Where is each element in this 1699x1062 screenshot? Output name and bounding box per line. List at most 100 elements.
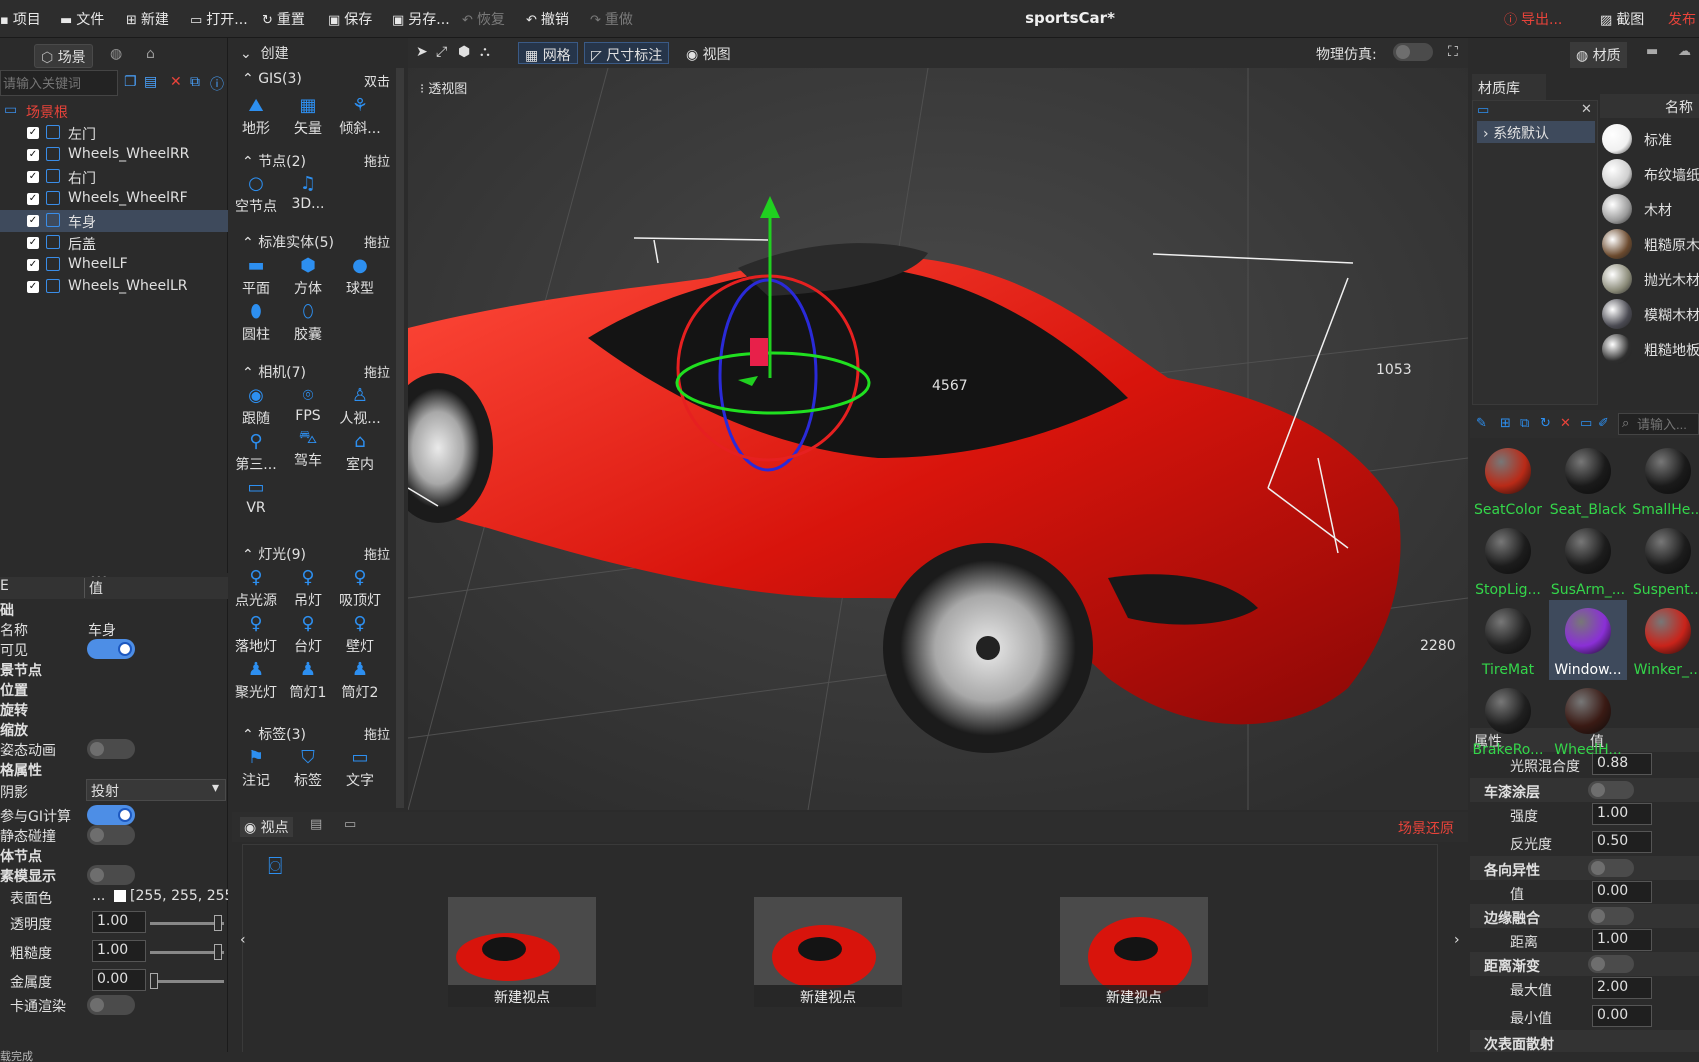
snap-tool[interactable]: ⛬ — [474, 42, 496, 64]
vector-item[interactable]: ▦ 矢量 — [282, 94, 334, 138]
sphere-item[interactable]: ● 球型 — [334, 254, 386, 298]
save-button[interactable]: ▣ 保存 — [328, 9, 372, 29]
dimension-toggle[interactable]: ◸ 尺寸标注 — [584, 42, 670, 64]
text-item[interactable]: ▭ 文字 — [334, 746, 386, 790]
material-tile[interactable]: Seat_Black — [1549, 440, 1627, 520]
library-item[interactable]: 木材 — [1602, 192, 1699, 226]
grid-toggle[interactable]: ▦ 网格 — [518, 42, 578, 64]
aniso-input[interactable]: 0.00 — [1592, 881, 1652, 903]
metal-slider[interactable] — [150, 973, 224, 989]
scene-render[interactable] — [408, 38, 1468, 810]
tab-material[interactable]: ◍ 材质 — [1570, 42, 1627, 68]
max-input[interactable]: 2.00 — [1592, 977, 1652, 999]
tree-item[interactable]: ✓ Wheels_WheelRR — [0, 144, 228, 166]
anim-toggle[interactable] — [87, 739, 135, 759]
delete-icon[interactable]: ✕ — [1560, 416, 1571, 431]
tag-item[interactable]: ⛉ 标签 — [282, 746, 334, 790]
tree-item[interactable]: ✓ WheelLF — [0, 254, 228, 276]
physics-toggle[interactable] — [1393, 43, 1433, 61]
prop-rotation[interactable]: 旋转 — [0, 699, 228, 719]
redo-button[interactable]: ↷ 重做 — [590, 9, 633, 29]
close-icon[interactable]: ✕ — [1581, 102, 1592, 117]
camera-capture-button[interactable]: ⌼ — [268, 852, 282, 880]
material-tile[interactable]: StopLig... — [1470, 520, 1547, 600]
strength-input[interactable]: 1.00 — [1592, 803, 1652, 825]
light-section[interactable]: ⌃ 灯光(9) 拖拉 — [242, 544, 390, 564]
viewpoint-thumbnail[interactable]: 新建视点 — [448, 897, 596, 1007]
cylinder-item[interactable]: ⬮ 圆柱 — [230, 300, 282, 344]
tree-item[interactable]: ✓ 后盖 — [0, 232, 228, 254]
visibility-checkbox[interactable]: ✓ — [27, 149, 39, 161]
visibility-checkbox[interactable]: ✓ — [27, 215, 39, 227]
library-item[interactable]: 标准 — [1602, 122, 1699, 156]
create-header[interactable]: ⌄ 创建 — [240, 43, 289, 63]
label-section[interactable]: ⌃ 标签(3) 拖拉 — [242, 724, 390, 744]
scene-root[interactable]: ▭ 场景根 — [0, 100, 228, 122]
box-item[interactable]: ⬢ 方体 — [282, 254, 334, 298]
oblique-item[interactable]: ⚘ 倾斜... — [334, 94, 386, 138]
follow-camera-item[interactable]: ◉ 跟随 — [230, 384, 282, 428]
file-menu[interactable]: ▬ 文件 — [60, 9, 104, 29]
3d-item[interactable]: ♫ 3D... — [282, 172, 334, 212]
next-arrow[interactable]: › — [1454, 932, 1460, 948]
save-as-button[interactable]: ▣ 另存... — [392, 9, 450, 29]
visibility-checkbox[interactable]: ✓ — [27, 171, 39, 183]
third-camera-item[interactable]: ⚲ 第三... — [230, 430, 282, 474]
tab-viewpoints[interactable]: ◉ 视点 — [240, 817, 293, 837]
terrain-item[interactable]: ⛰ 地形 — [230, 94, 282, 138]
add-icon[interactable]: ⊞ — [1500, 416, 1511, 431]
metal-input[interactable]: 0.00 — [92, 969, 146, 991]
tab-clips[interactable]: ▤ — [310, 817, 322, 832]
dist-fade-toggle[interactable] — [1588, 955, 1634, 973]
screenshot-button[interactable]: ▨ 截图 — [1600, 9, 1644, 29]
project-menu[interactable]: ▪ 项目 — [0, 9, 41, 29]
capsule-item[interactable]: ⬯ 胶囊 — [282, 300, 334, 344]
prop-position[interactable]: 位置 — [0, 679, 228, 699]
view-menu[interactable]: ◉ 视图 — [680, 42, 737, 64]
color-picker-button[interactable]: ... — [92, 888, 105, 904]
gis-section[interactable]: ⌃ GIS(3) 双击 — [242, 71, 390, 90]
move-tool[interactable]: ⤢ — [430, 42, 453, 64]
aniso-toggle[interactable] — [1588, 859, 1634, 877]
material-tile[interactable]: TireMat — [1470, 600, 1547, 680]
material-tile[interactable]: Window... — [1549, 600, 1627, 680]
edge-toggle[interactable] — [1588, 907, 1634, 925]
empty-node-item[interactable]: ○ 空节点 — [230, 172, 282, 216]
opacity-slider[interactable] — [150, 915, 224, 931]
material-tile[interactable]: SusArm_... — [1549, 520, 1627, 600]
eyedropper-icon[interactable]: ✎ — [1476, 416, 1487, 431]
node-section[interactable]: ⌃ 节点(2) 拖拉 — [242, 151, 390, 171]
downlight2-item[interactable]: ♟ 筒灯2 — [334, 658, 386, 702]
material-tile[interactable]: SeatColor — [1470, 440, 1547, 520]
publish-button[interactable]: 发布 — [1668, 9, 1696, 29]
static-toggle[interactable] — [87, 825, 135, 845]
3d-viewport[interactable]: ➤ ⤢ ⬢ ⛬ ▦ 网格 ◸ 尺寸标注 ◉ 视图 物理仿真: ⛶ ⁝ 透视图 4… — [408, 38, 1468, 810]
tree-item[interactable]: ✓ Wheels_WheelLR — [0, 276, 228, 298]
roughness-input[interactable]: 1.00 — [92, 940, 146, 962]
material-tile[interactable]: SmallHe... — [1629, 440, 1699, 520]
pendant-light-item[interactable]: ♀ 吊灯 — [282, 566, 334, 610]
library-system-default[interactable]: › 系统默认 — [1477, 121, 1595, 143]
annotation-item[interactable]: ⚑ 注记 — [230, 746, 282, 790]
tab-list[interactable]: ▭ — [344, 817, 356, 832]
sketch-toggle[interactable] — [87, 865, 135, 885]
drive-camera-item[interactable]: ⛍ 驾车 — [282, 426, 334, 470]
duplicate-icon[interactable]: ⧉ — [190, 74, 200, 90]
scene-restore-button[interactable]: 场景还原 — [1398, 818, 1454, 838]
material-tile[interactable]: Winker_... — [1629, 600, 1699, 680]
material-tile[interactable]: WheelH... — [1549, 680, 1627, 760]
library-item[interactable]: 布纹墙纸 — [1602, 157, 1699, 191]
edit-icon[interactable]: ✐ — [1598, 416, 1609, 431]
vr-camera-item[interactable]: ▭ VR — [230, 476, 282, 516]
refresh-icon[interactable]: ↻ — [1540, 416, 1551, 431]
visibility-checkbox[interactable]: ✓ — [27, 281, 39, 293]
point-light-item[interactable]: ♀ 点光源 — [230, 566, 282, 610]
visible-toggle[interactable] — [87, 639, 135, 659]
gi-toggle[interactable] — [87, 805, 135, 825]
ceiling-light-item[interactable]: ♀ 吸顶灯 — [334, 566, 386, 610]
plane-item[interactable]: ▬ 平面 — [230, 254, 282, 298]
new-button[interactable]: ⊞ 新建 — [126, 9, 169, 29]
solid-section[interactable]: ⌃ 标准实体(5) 拖拉 — [242, 232, 390, 252]
spot-light-item[interactable]: ♟ 聚光灯 — [230, 658, 282, 702]
undo-button[interactable]: ↶ 撤销 — [526, 9, 569, 29]
